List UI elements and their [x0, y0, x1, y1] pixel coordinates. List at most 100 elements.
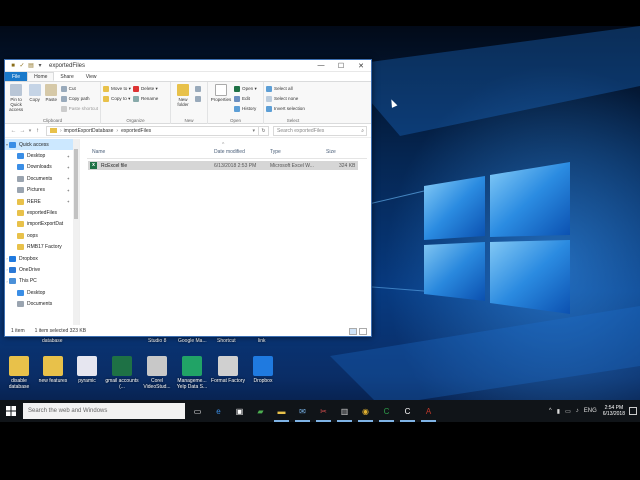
- access-icon[interactable]: A: [418, 400, 439, 422]
- notifications-icon[interactable]: [629, 407, 637, 415]
- desktop-icon-item[interactable]: disable database: [2, 356, 36, 390]
- copy-button[interactable]: Copy: [27, 84, 42, 116]
- nav-item[interactable]: RMB17 Factory: [5, 242, 79, 253]
- language-indicator[interactable]: ENG: [584, 408, 597, 414]
- copy-to-button[interactable]: Copy to ▾: [103, 94, 131, 103]
- pin-icon[interactable]: ✦: [67, 188, 70, 193]
- column-header-type[interactable]: Type: [270, 149, 281, 155]
- nav-item[interactable]: › OneDrive: [5, 264, 79, 275]
- file-row[interactable]: x RcExcel file 6/13/2018 2:53 PM Microso…: [88, 161, 358, 170]
- desktop-icon-item[interactable]: Corel VideoStud...: [140, 356, 174, 390]
- nav-item[interactable]: ▾ Quick access: [5, 139, 79, 151]
- tab-home[interactable]: Home: [27, 72, 55, 81]
- close-button[interactable]: ✕: [351, 60, 371, 72]
- nav-item[interactable]: oops: [5, 230, 79, 241]
- select-none-button[interactable]: Select none: [266, 94, 305, 103]
- desktop-icon-item[interactable]: pyramic: [70, 356, 104, 384]
- easy-access-button[interactable]: [195, 94, 203, 103]
- cut-button[interactable]: Cut: [60, 84, 98, 93]
- tray-chevron-icon[interactable]: ^: [549, 408, 552, 414]
- nav-item[interactable]: RERE ✦: [5, 196, 79, 207]
- pin-icon[interactable]: ✦: [67, 165, 70, 170]
- network-icon[interactable]: ▮: [557, 408, 560, 415]
- paste-button[interactable]: Paste: [44, 84, 59, 116]
- edit-button[interactable]: Edit: [234, 94, 257, 103]
- rename-button[interactable]: Rename: [132, 94, 158, 103]
- volume-icon[interactable]: ♪: [576, 408, 579, 414]
- new-item-button[interactable]: [195, 84, 203, 93]
- word-c-icon[interactable]: C: [397, 400, 418, 422]
- tab-file[interactable]: File: [5, 72, 28, 81]
- minimize-button[interactable]: —: [311, 60, 331, 72]
- pin-icon[interactable]: ✦: [67, 199, 70, 204]
- nav-item[interactable]: Desktop ✦: [5, 150, 79, 161]
- tab-share[interactable]: Share: [54, 72, 79, 81]
- move-to-button[interactable]: Move to ▾: [103, 84, 131, 93]
- snipping-icon[interactable]: ✂: [313, 400, 334, 422]
- chrome-icon[interactable]: ◉: [355, 400, 376, 422]
- file-explorer-icon[interactable]: ▬: [271, 400, 292, 422]
- nav-scrollbar-thumb[interactable]: [74, 149, 78, 219]
- paste-icon: [45, 84, 58, 96]
- battery-icon[interactable]: ▭: [565, 408, 571, 415]
- search-input[interactable]: Search exportedFiles ⌕: [273, 125, 367, 136]
- large-icons-view-icon[interactable]: [359, 327, 367, 335]
- nav-item[interactable]: Documents ✦: [5, 173, 79, 184]
- desktop-icon-item[interactable]: Manageme... Yelp Data S...: [175, 356, 209, 390]
- pin-to-quick-access-button[interactable]: Pin to Quick access: [7, 84, 25, 116]
- back-button[interactable]: ←: [9, 128, 18, 134]
- camtasia-icon[interactable]: C: [376, 400, 397, 422]
- maximize-button[interactable]: ☐: [331, 60, 351, 72]
- mail-icon[interactable]: ✉: [292, 400, 313, 422]
- select-group: Select all Select none Invert selection …: [264, 82, 322, 124]
- task-view-icon[interactable]: ▭: [187, 400, 208, 422]
- nav-item[interactable]: › Dropbox: [5, 253, 79, 264]
- app-green-icon[interactable]: ▰: [250, 400, 271, 422]
- nav-scrollbar[interactable]: [73, 139, 79, 325]
- refresh-button[interactable]: ↻: [259, 125, 269, 136]
- film-icon[interactable]: ▥: [334, 400, 355, 422]
- sort-arrow-icon: ^: [222, 142, 225, 148]
- nav-item[interactable]: › This PC: [5, 276, 79, 287]
- select-all-button[interactable]: Select all: [266, 84, 305, 93]
- desktop-icon-item[interactable]: new features: [36, 356, 70, 384]
- desktop-icon-item[interactable]: Format Factory: [211, 356, 245, 384]
- new-folder-quick-icon[interactable]: ▤: [27, 62, 35, 70]
- address-dropdown-icon[interactable]: ▾: [252, 128, 255, 134]
- invert-selection-button[interactable]: Invert selection: [266, 104, 305, 113]
- pin-icon[interactable]: ✦: [67, 176, 70, 181]
- copy-path-button[interactable]: Copy path: [60, 94, 98, 103]
- open-button[interactable]: Open ▾: [234, 84, 257, 93]
- properties-quick-icon[interactable]: ✓: [18, 62, 26, 70]
- nav-item[interactable]: importExportDat: [5, 219, 79, 230]
- forward-button[interactable]: →: [18, 128, 27, 134]
- properties-button[interactable]: Properties: [210, 84, 232, 116]
- clock[interactable]: 2:54 PM 6/13/2018: [603, 405, 625, 417]
- delete-button[interactable]: Delete ▾: [132, 84, 158, 93]
- breadcrumb-importexportdatabase[interactable]: importExportDatabase: [64, 128, 114, 134]
- nav-item[interactable]: Desktop: [5, 287, 79, 298]
- taskbar-search-input[interactable]: Search the web and Windows: [23, 403, 185, 419]
- nav-item[interactable]: Pictures ✦: [5, 185, 79, 196]
- store-icon[interactable]: ▣: [229, 400, 250, 422]
- breadcrumb-exportedfiles[interactable]: exportedFiles: [121, 128, 151, 134]
- desktop-icon-item[interactable]: Dropbox: [246, 356, 280, 384]
- desktop-icon-item[interactable]: gmail accounts (...: [105, 356, 139, 390]
- column-header-name[interactable]: Name: [92, 149, 105, 155]
- address-box[interactable]: › importExportDatabase › exportedFiles ▾: [46, 125, 259, 136]
- start-button[interactable]: [0, 400, 22, 422]
- up-button[interactable]: ↑: [33, 128, 42, 134]
- details-view-icon[interactable]: [349, 327, 357, 335]
- nav-item[interactable]: Documents: [5, 298, 79, 309]
- nav-item[interactable]: Downloads ✦: [5, 162, 79, 173]
- pin-icon[interactable]: ✦: [67, 154, 70, 159]
- quick-access-dropdown-icon[interactable]: ▾: [36, 62, 44, 70]
- column-header-size[interactable]: Size: [326, 149, 336, 155]
- tab-view[interactable]: View: [80, 72, 103, 81]
- nav-item[interactable]: exportedFiles: [5, 207, 79, 218]
- history-button[interactable]: History: [234, 104, 257, 113]
- paste-shortcut-button[interactable]: Paste shortcut: [60, 104, 98, 113]
- edge-icon[interactable]: e: [208, 400, 229, 422]
- column-header-date[interactable]: Date modified: [214, 149, 245, 155]
- new-folder-button[interactable]: New folder: [173, 84, 193, 116]
